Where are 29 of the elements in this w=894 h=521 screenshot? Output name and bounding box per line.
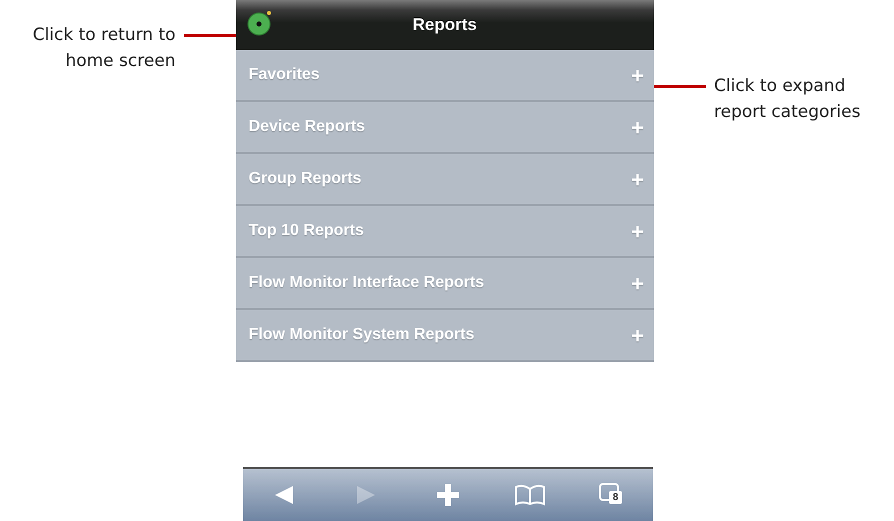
category-label: Device Reports [248, 117, 366, 137]
expand-button[interactable]: + [631, 58, 644, 92]
expand-button[interactable]: + [631, 318, 644, 352]
callout-text: Click to return to home screen [32, 24, 176, 73]
callout-text: Click to expand report categories [714, 75, 862, 124]
book-icon [514, 484, 546, 506]
report-category-row[interactable]: Group Reports + [236, 154, 654, 206]
category-label: Group Reports [248, 169, 362, 189]
expand-button[interactable]: + [631, 214, 644, 248]
plus-icon [437, 484, 459, 506]
report-category-row[interactable]: Top 10 Reports + [236, 206, 654, 258]
report-category-row[interactable]: Flow Monitor System Reports + [236, 310, 654, 362]
leader-line [184, 34, 236, 37]
category-label: Favorites [248, 65, 320, 85]
expand-button[interactable]: + [631, 162, 644, 196]
leader-line [654, 85, 706, 88]
category-label: Flow Monitor Interface Reports [248, 273, 484, 293]
report-category-row[interactable]: Flow Monitor Interface Reports + [236, 258, 654, 310]
category-label: Top 10 Reports [248, 221, 364, 241]
forward-icon [355, 485, 377, 505]
tabs-button[interactable]: 8 [582, 475, 642, 515]
expand-button[interactable]: + [631, 110, 644, 144]
expand-button[interactable]: + [631, 266, 644, 300]
category-label: Flow Monitor System Reports [248, 325, 474, 345]
back-icon [273, 485, 295, 505]
report-category-row[interactable]: Device Reports + [236, 102, 654, 154]
tab-count-badge: 8 [609, 491, 622, 504]
screen-title: Reports [412, 14, 477, 36]
report-category-row[interactable]: Favorites + [236, 50, 654, 102]
